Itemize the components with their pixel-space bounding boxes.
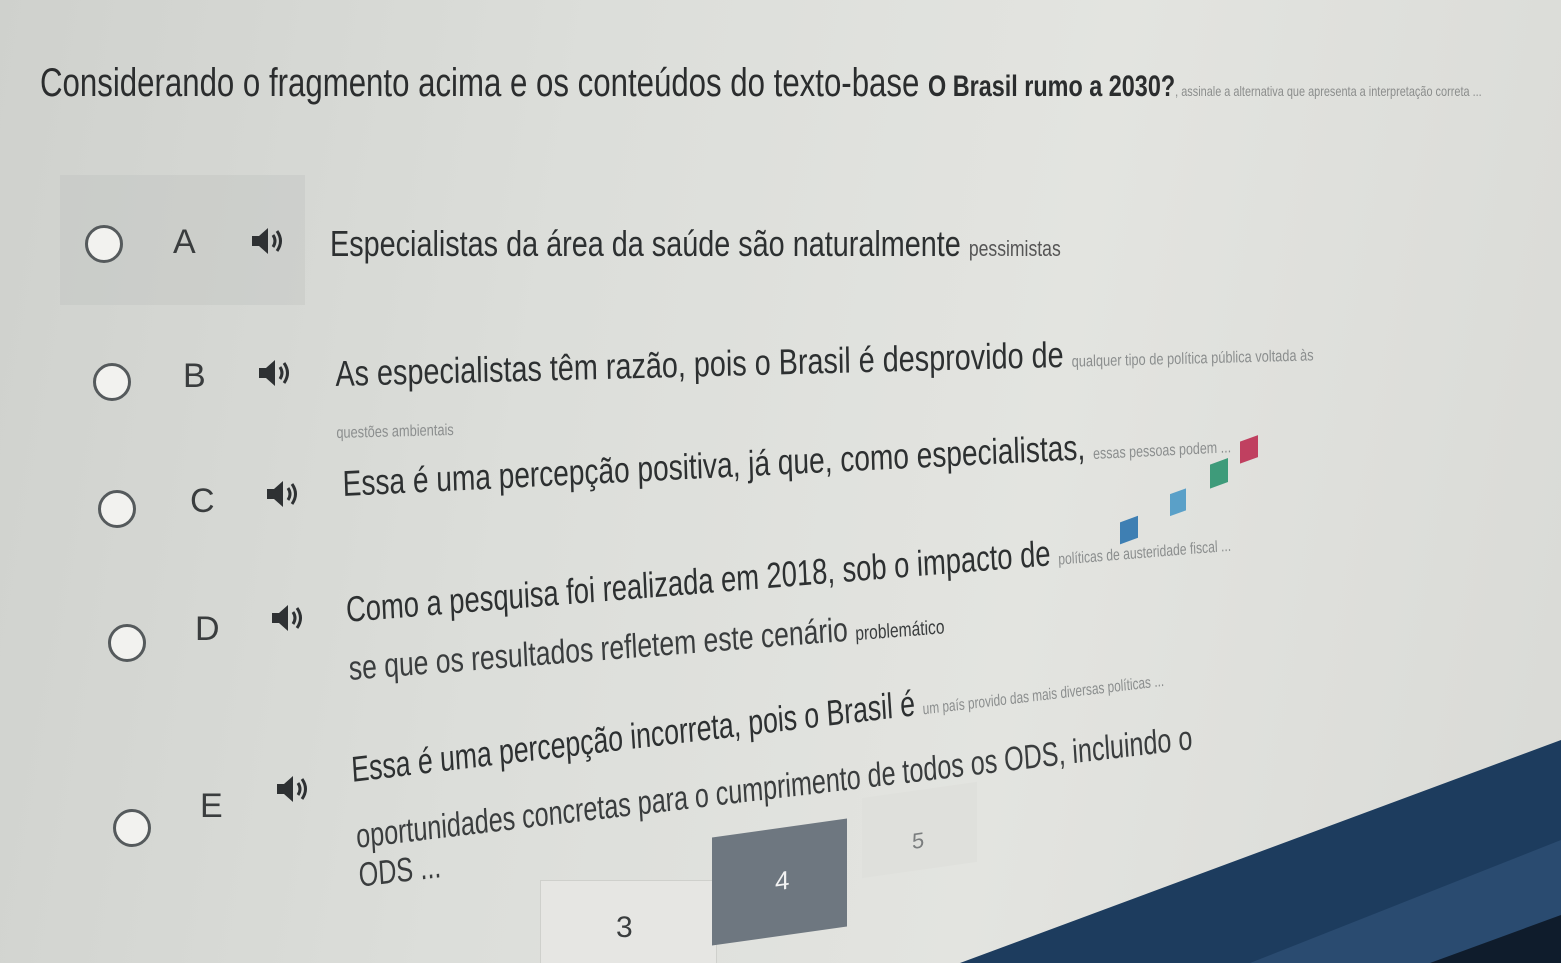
option-text-c-tail: essas pessoas podem ...: [1092, 439, 1232, 464]
option-letter-c: C: [190, 482, 215, 520]
option-e[interactable]: E: [60, 765, 320, 855]
speaker-icon[interactable]: [273, 773, 313, 805]
page-4-label: 4: [775, 864, 790, 897]
radio-a[interactable]: [85, 225, 123, 263]
speaker-icon[interactable]: [263, 478, 303, 510]
speaker-icon[interactable]: [248, 225, 288, 257]
option-a[interactable]: A: [60, 175, 305, 305]
option-b[interactable]: B: [60, 325, 305, 435]
option-text-a: Especialistas da área da saúde são natur…: [330, 222, 1061, 271]
page-button-5[interactable]: 5: [862, 781, 977, 879]
option-letter-d: D: [195, 610, 220, 648]
option-letter-b: B: [183, 357, 206, 395]
option-text-d-tail: políticas de austeridade fiscal ...: [1057, 537, 1232, 569]
option-text-d-main: Como a pesquisa foi realizada em 2018, s…: [345, 531, 1059, 630]
question-text-base-title: O Brasil rumo a 2030?: [928, 70, 1176, 103]
option-text-d-line2-tail: problemático: [854, 616, 945, 646]
taskbar-app-icon[interactable]: [1240, 435, 1258, 464]
radio-b[interactable]: [93, 363, 131, 401]
speaker-icon[interactable]: [255, 357, 295, 389]
option-text-a-tail: pessimistas: [968, 236, 1061, 261]
taskbar-app-icon[interactable]: [1170, 488, 1186, 517]
option-c[interactable]: C: [60, 460, 305, 560]
page-button-4-active[interactable]: 4: [712, 818, 847, 946]
option-text-b-main: As especialistas têm razão, pois o Brasi…: [335, 333, 1072, 394]
page-3-label: 3: [616, 911, 633, 944]
option-text-e-tail: um país provido das mais diversas políti…: [922, 672, 1165, 719]
option-d[interactable]: D: [60, 600, 305, 680]
option-letter-a: A: [173, 223, 196, 261]
option-text-a-main: Especialistas da área da saúde são natur…: [330, 223, 969, 264]
screen: Considerando o fragmento acima e os cont…: [0, 0, 1561, 963]
question-text: Considerando o fragmento acima e os cont…: [40, 60, 1482, 114]
question-tail: , assinale a alternativa que apresenta a…: [1175, 83, 1482, 99]
radio-d[interactable]: [108, 624, 146, 662]
page-button-3[interactable]: 3: [540, 880, 717, 963]
page-5-label: 5: [912, 827, 925, 855]
option-letter-e: E: [200, 787, 223, 825]
question-main: Considerando o fragmento acima e os cont…: [40, 61, 929, 105]
radio-c[interactable]: [98, 490, 136, 528]
radio-e[interactable]: [113, 809, 151, 847]
speaker-icon[interactable]: [268, 602, 308, 634]
